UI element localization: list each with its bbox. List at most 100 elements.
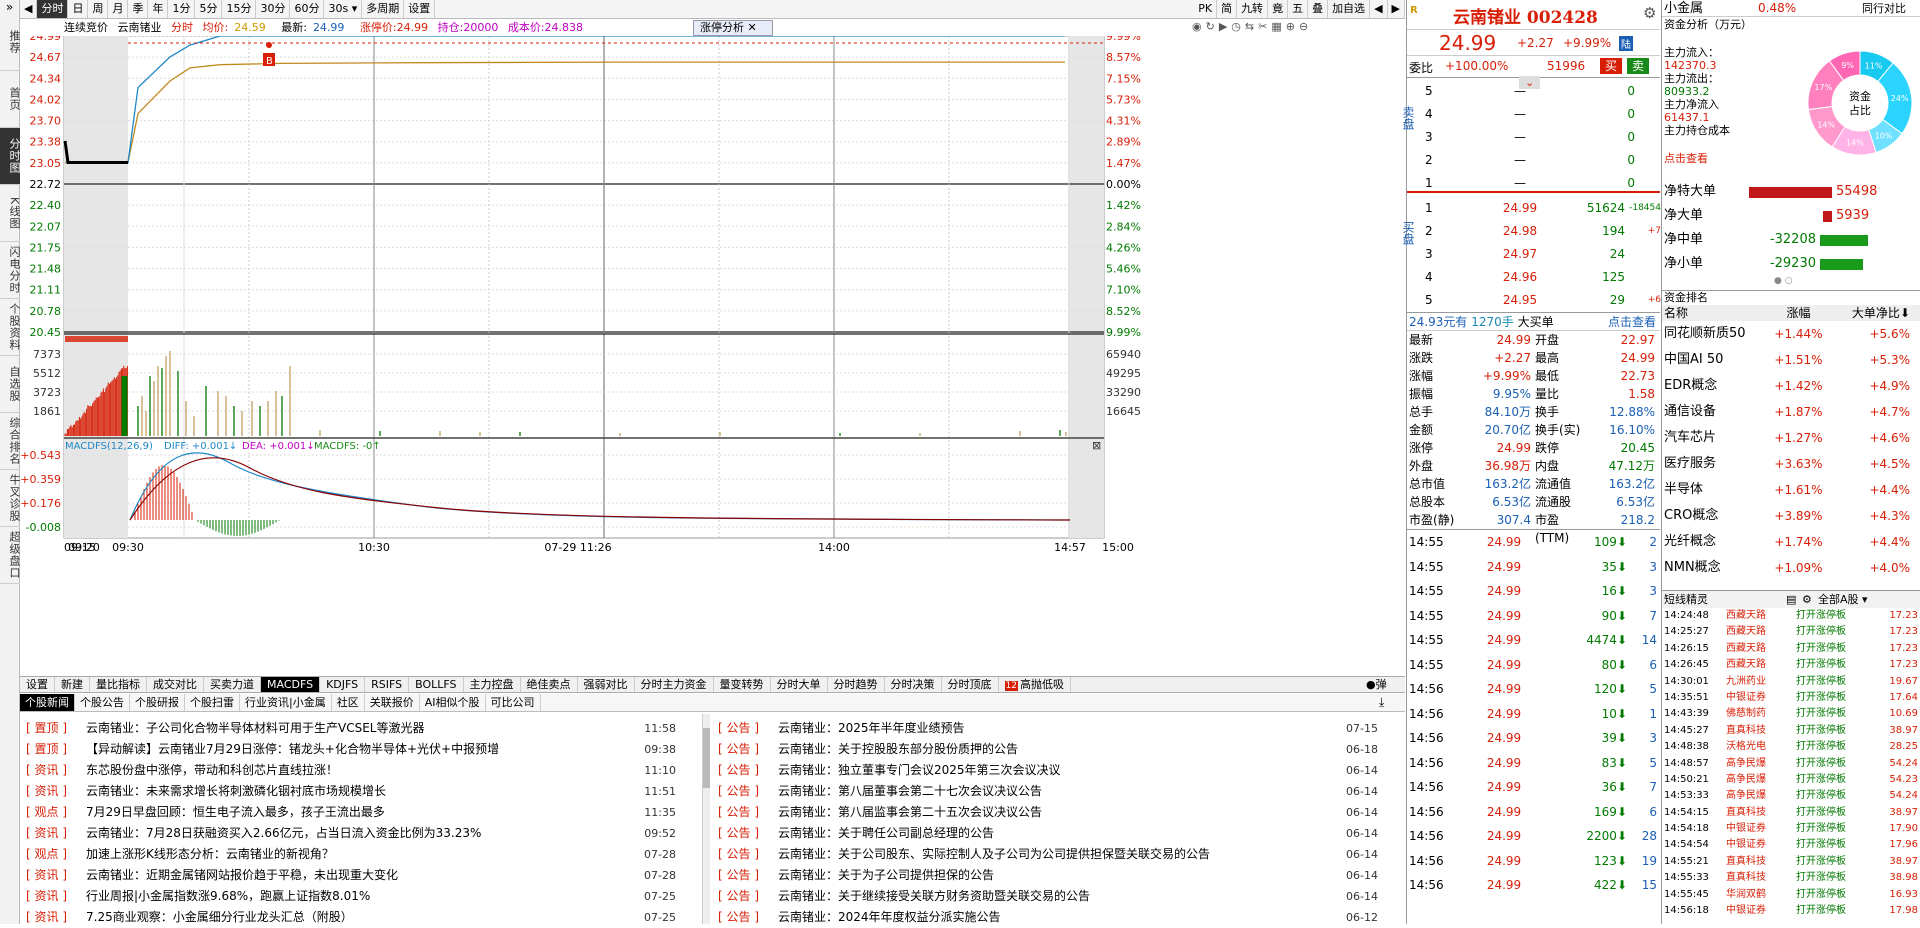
ask-row[interactable]: 3—0: [1425, 126, 1655, 149]
peer-compare-link[interactable]: 同行对比: [1862, 0, 1906, 17]
indicator-tab-1[interactable]: 新建: [55, 677, 90, 692]
news-tab-3[interactable]: 个股扫雷: [185, 694, 240, 711]
settings-icon[interactable]: ⚙: [1802, 591, 1812, 608]
jl-row[interactable]: 14:55:45 华润双鹤 打开涨停板 16.93: [1662, 887, 1920, 903]
jl-row[interactable]: 14:54:54 中银证券 打开涨停板 17.96: [1662, 837, 1920, 853]
close-icon[interactable]: ✕: [748, 21, 757, 34]
indicator-tab-3[interactable]: 成交对比: [147, 677, 204, 692]
rank-col-pct[interactable]: 涨幅: [1767, 305, 1830, 321]
zoom-out-icon[interactable]: ⊖: [1299, 20, 1312, 33]
jl-row[interactable]: 14:54:15 直真科技 打开涨停板 38.97: [1662, 805, 1920, 821]
next-icon[interactable]: ▶: [1388, 0, 1405, 18]
indicator-tab-12[interactable]: 分时主力资金: [635, 677, 714, 692]
indicator-tab-7[interactable]: RSIFS: [365, 677, 409, 692]
jl-row[interactable]: 14:25:27 西藏天路 打开涨停板 17.23: [1662, 624, 1920, 640]
clock-icon[interactable]: ◷: [1231, 20, 1245, 33]
news-item[interactable]: [ 资讯 ] 行业周报|小金属指数涨9.68%，跑赢上证指数8.01% 07-25: [26, 886, 676, 907]
rank-row[interactable]: 同花顺新质50 +1.44% +5.6%: [1662, 321, 1920, 347]
filter-icon[interactable]: ▤: [1786, 591, 1796, 608]
nav-item-6[interactable]: 自选股: [0, 356, 20, 413]
prev-icon[interactable]: ◀: [1370, 0, 1387, 18]
period-tab-12[interactable]: 多周期: [362, 0, 404, 18]
bid-row[interactable]: 3 24.97 24: [1425, 243, 1661, 266]
limit-analysis-button[interactable]: 涨停分析 ✕: [693, 20, 773, 36]
rank-row[interactable]: CRO概念 +3.89% +4.3%: [1662, 503, 1920, 529]
indicator-tab-18[interactable]: 12 高抛低吸: [999, 677, 1071, 692]
news-item[interactable]: [ 公告 ] 云南锗业：第八届监事会第二十五次会议决议公告 06-14: [718, 802, 1378, 823]
news-item[interactable]: [ 公告 ] 云南锗业：关于继续接受关联方财务资助暨关联交易的公告 06-14: [718, 886, 1378, 907]
nav-item-8[interactable]: 牛叉诊股: [0, 470, 20, 527]
close-icon[interactable]: ⊠: [1092, 439, 1101, 452]
indicator-tab-5[interactable]: MACDFS: [261, 677, 320, 692]
news-item[interactable]: [ 公告 ] 云南锗业：关于为子公司提供担保的公告 06-14: [718, 865, 1378, 886]
zoom-in-icon[interactable]: ⊕: [1286, 20, 1299, 33]
news-tab-8[interactable]: 可比公司: [486, 694, 541, 711]
ask-row[interactable]: 4 — 0: [1425, 103, 1655, 126]
nav-item-7[interactable]: 综合排名: [0, 413, 20, 470]
jl-row[interactable]: 14:48:57 高争民爆 打开涨停板 54.24: [1662, 756, 1920, 772]
indicator-tab-14[interactable]: 分时大单: [771, 677, 828, 692]
big-order-link[interactable]: 点击查看: [1608, 313, 1656, 331]
news-item[interactable]: [ 资讯 ] 云南锗业：7月28日获融资买入2.66亿元，占当日流入资金比例为33…: [26, 823, 676, 844]
nav-item-4[interactable]: 闪电分时: [0, 242, 20, 299]
download-icon[interactable]: ⤓: [1379, 695, 1384, 710]
sell-button[interactable]: 卖: [1627, 58, 1649, 74]
buy-button[interactable]: 买: [1600, 58, 1622, 74]
tool-button-2[interactable]: 九转: [1237, 0, 1268, 18]
gear-icon[interactable]: ⚙: [1643, 4, 1656, 22]
indicator-tab-11[interactable]: 强弱对比: [578, 677, 635, 692]
tool-button-1[interactable]: 简: [1217, 0, 1237, 18]
rank-row[interactable]: 半导体 +1.61% +4.4%: [1662, 477, 1920, 503]
indicator-tab-15[interactable]: 分时趋势: [828, 677, 885, 692]
period-tab-0[interactable]: 分时: [37, 0, 68, 18]
indicator-tab-8[interactable]: BOLLFS: [409, 677, 463, 692]
rank-row[interactable]: 通信设备 +1.87% +4.7%: [1662, 399, 1920, 425]
jl-row[interactable]: 14:24:48 西藏天路 打开涨停板 17.23: [1662, 608, 1920, 624]
period-tab-5[interactable]: 年: [148, 0, 168, 18]
news-tab-1[interactable]: 个股公告: [75, 694, 130, 711]
refresh-icon[interactable]: ↻: [1206, 20, 1219, 33]
rank-col-name[interactable]: 名称: [1662, 305, 1767, 321]
jl-row[interactable]: 14:55:33 直真科技 打开涨停板 38.98: [1662, 870, 1920, 886]
rank-row[interactable]: 光纤概念 +1.74% +4.4%: [1662, 529, 1920, 555]
indicator-tab-13[interactable]: 量变转势: [714, 677, 771, 692]
bid-row[interactable]: 1 24.99 51624 -18454: [1425, 197, 1661, 220]
news-item[interactable]: [ 观点 ] 7月29日早盘回顾：恒生电子流入最多，孩子王流出最多 11:35: [26, 802, 676, 823]
news-item[interactable]: [ 置顶 ] 【异动解读】云南锗业7月29日涨停：锗龙头+化合物半导体+光伏+中报…: [26, 739, 676, 760]
compare-icon[interactable]: ⇆: [1245, 20, 1258, 33]
news-tab-2[interactable]: 个股研报: [130, 694, 185, 711]
news-item[interactable]: [ 资讯 ] 东芯股份盘中涨停，带动和科创芯片直线拉涨！ 11:10: [26, 760, 676, 781]
nav-item-5[interactable]: 个股资料: [0, 299, 20, 356]
rank-row[interactable]: 中国AI 50 +1.51% +5.3%: [1662, 347, 1920, 373]
intraday-chart[interactable]: 24.99 9.99% 24.67 8.57% 24.34 7.15% 24.02 5.73%…: [20, 36, 1405, 676]
nav-item-9[interactable]: 超级盘口: [0, 527, 20, 584]
tool-button-5[interactable]: 叠: [1308, 0, 1328, 18]
cut-icon[interactable]: ✂: [1258, 20, 1271, 33]
tool-button-0[interactable]: PK: [1194, 0, 1217, 18]
sector-name[interactable]: 小金属: [1664, 0, 1703, 17]
grid-icon[interactable]: ▦: [1271, 20, 1285, 33]
period-tab-9[interactable]: 30分: [256, 0, 290, 18]
indicator-tab-16[interactable]: 分时决策: [885, 677, 942, 692]
bid-row[interactable]: 4 24.96 125: [1425, 266, 1661, 289]
jl-row[interactable]: 14:54:18 中银证券 打开涨停板 17.90: [1662, 821, 1920, 837]
jl-row[interactable]: 14:26:15 西藏天路 打开涨停板 17.23: [1662, 641, 1920, 657]
rank-col-ratio[interactable]: 大单净比⬇: [1830, 305, 1910, 321]
period-tab-1[interactable]: 日: [68, 0, 88, 18]
news-item[interactable]: [ 观点 ] 加速上涨形K线形态分析：云南锗业的新视角？ 07-28: [26, 844, 676, 865]
fund-donut[interactable]: 11%24%10%14%14%17%9%资金占比: [1805, 48, 1915, 158]
jl-row[interactable]: 14:48:38 沃格光电 打开涨停板 28.25: [1662, 739, 1920, 755]
indicator-tab-4[interactable]: 买卖力道: [204, 677, 261, 692]
news-tab-7[interactable]: AI相似个股: [420, 694, 486, 711]
news-item[interactable]: [ 资讯 ] 7.25商业观察：小金属细分行业龙头汇总（附股） 07-25: [26, 907, 676, 928]
left-arrow-icon[interactable]: ◀: [20, 0, 37, 18]
bid-row[interactable]: 5 24.95 29 +6: [1425, 289, 1661, 312]
news-tab-6[interactable]: 关联报价: [365, 694, 420, 711]
expand-icon[interactable]: »: [0, 0, 19, 14]
news-scrollbar[interactable]: [702, 714, 710, 924]
news-item[interactable]: [ 公告 ] 云南锗业：第八届董事会第二十七次会议决议公告 06-14: [718, 781, 1378, 802]
jl-row[interactable]: 14:50:21 高争民爆 打开涨停板 54.23: [1662, 772, 1920, 788]
news-item[interactable]: [ 资讯 ] 云南锗业：未来需求增长将刺激磷化铟衬底市场规模增长 11:51: [26, 781, 676, 802]
eye-icon[interactable]: ◉: [1192, 20, 1206, 33]
period-tab-6[interactable]: 1分: [168, 0, 195, 18]
